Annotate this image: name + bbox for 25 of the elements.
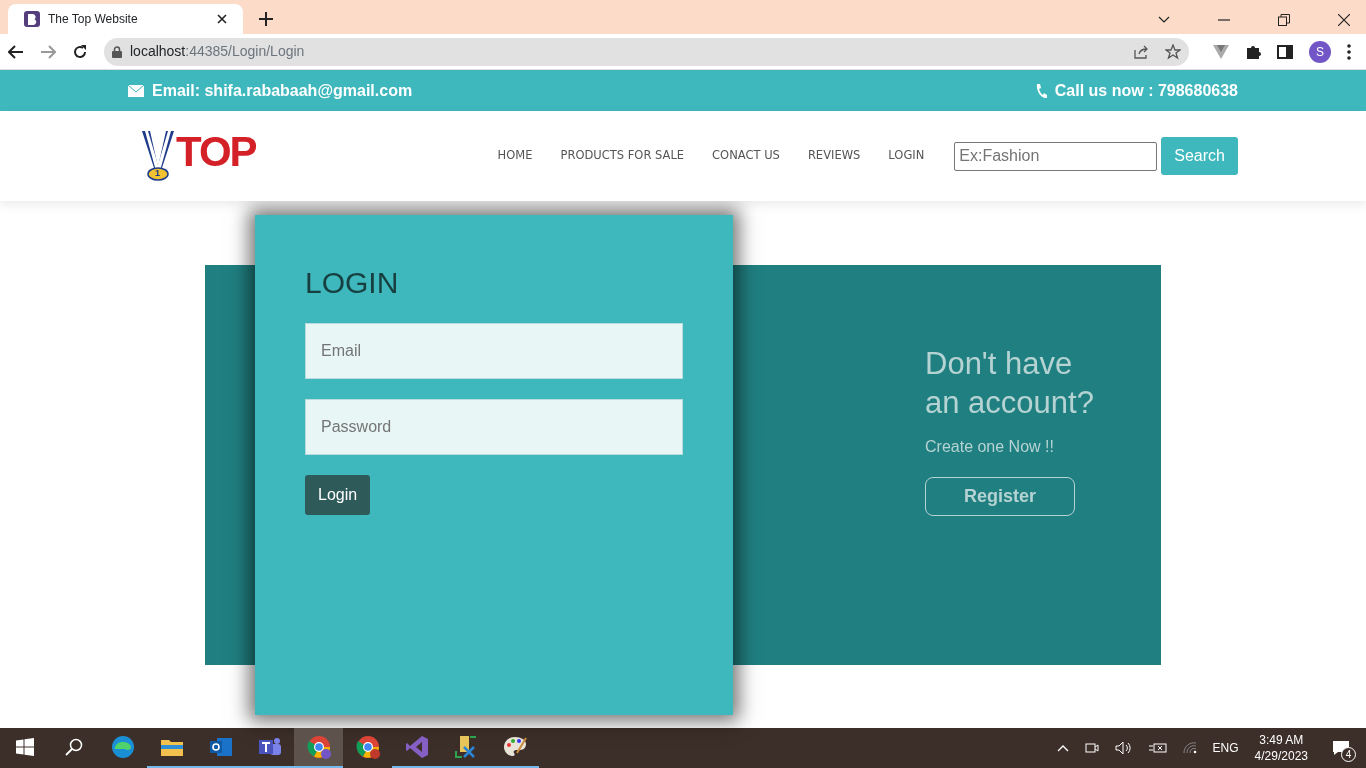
clock[interactable]: 3:49 AM 4/29/2023 — [1254, 731, 1308, 765]
nav-link[interactable]: LOGIN — [874, 147, 939, 165]
medal-number: 1 — [155, 167, 160, 180]
nav-link[interactable]: CONACT US — [698, 147, 794, 165]
notification-count: 4 — [1341, 747, 1356, 762]
nav-link[interactable]: PRODUCTS FOR SALE — [546, 147, 699, 165]
email-text: Email: shifa.rababaah@gmail.com — [152, 80, 413, 101]
email-field[interactable]: Email — [305, 323, 683, 379]
register-subtext: Create one Now !! — [925, 436, 1055, 457]
password-field[interactable]: Password — [305, 399, 683, 455]
profile-avatar[interactable]: S — [1309, 40, 1331, 63]
logo[interactable]: TOP — [176, 131, 256, 173]
language-indicator[interactable]: ENG — [1212, 739, 1239, 757]
register-heading: Don't have an account? — [925, 345, 1095, 422]
nav-link[interactable]: HOME — [483, 147, 547, 165]
address-bar[interactable]: localhost:44385/Login/Login — [104, 37, 1189, 66]
clock-date: 4/29/2023 — [1254, 748, 1308, 765]
login-title: LOGIN — [305, 265, 400, 301]
nav-link[interactable]: REVIEWS — [793, 147, 875, 165]
search-field[interactable]: Ex:Fashion — [954, 141, 1158, 171]
clock-time: 3:49 AM — [1258, 731, 1305, 748]
phone-text: Call us now : 798680638 — [1054, 80, 1238, 101]
login-button[interactable]: Login — [305, 475, 371, 515]
url-text: localhost:44385/Login/Login — [130, 42, 305, 61]
browser-tab[interactable]: The Top Website — [8, 4, 243, 34]
